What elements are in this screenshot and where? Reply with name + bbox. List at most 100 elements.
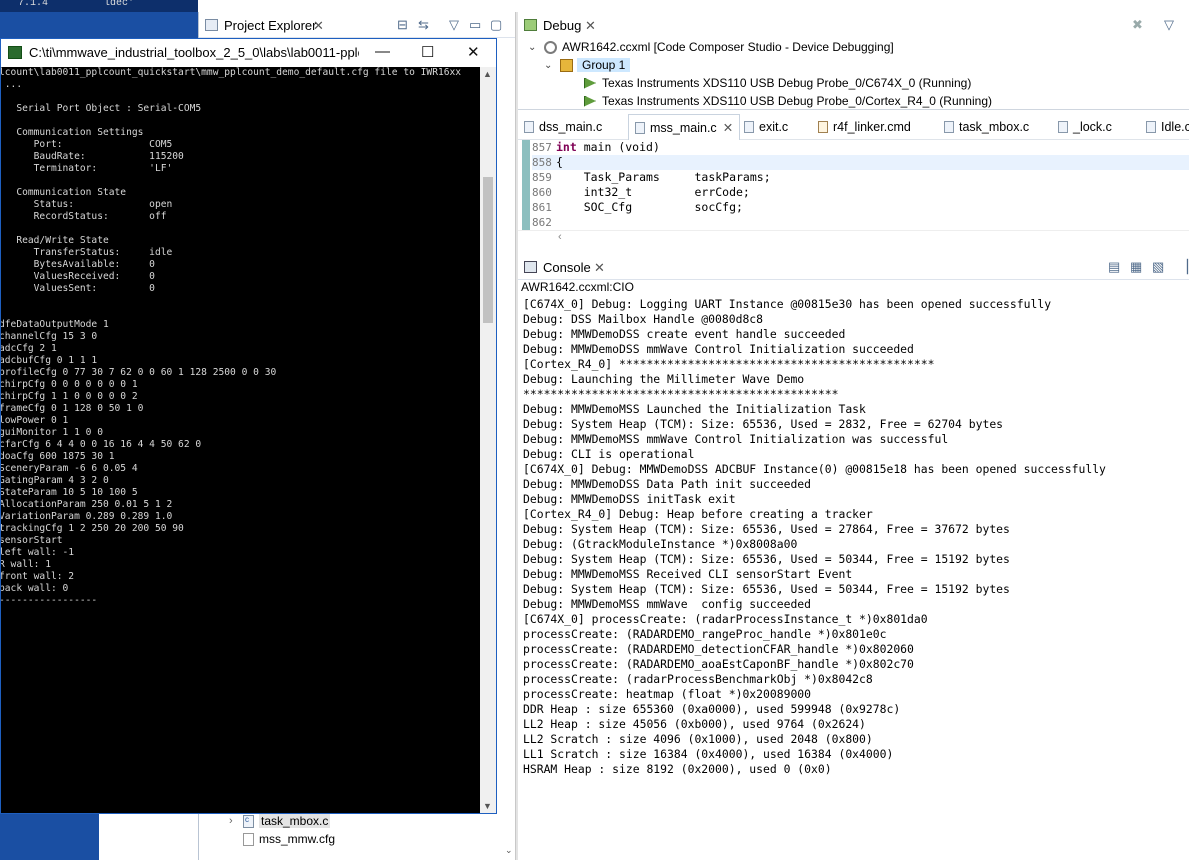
project-explorer-scrollbar[interactable]: ⌄: [503, 40, 515, 860]
console-text: [C674X_0] Debug: Logging UART Instance @…: [523, 297, 1106, 776]
scroll-left-arrow-icon[interactable]: ‹: [558, 231, 562, 243]
debug-thread-label: Texas Instruments XDS110 USB Debug Probe…: [602, 76, 972, 90]
code-text: int32_t errCode;: [556, 185, 750, 199]
scroll-down-arrow-icon[interactable]: ⌄: [505, 845, 513, 856]
tab-label: exit.c: [759, 120, 789, 134]
chevron-down-icon[interactable]: ⌄: [544, 60, 560, 71]
cmd-file-icon: [818, 121, 828, 133]
c-file-icon: [944, 121, 954, 133]
remove-terminated-icon[interactable]: ✖: [1132, 17, 1143, 33]
line-number: 857: [532, 141, 552, 154]
line-number: 861: [532, 201, 552, 214]
code-text: SOC_Cfg socCfg;: [556, 200, 743, 214]
tree-item-label: mss_mmw.cfg: [259, 832, 336, 846]
tree-item-mss-mmw-cfg[interactable]: mss_mmw.cfg: [229, 832, 335, 846]
tab-task-mbox[interactable]: task_mbox.c: [944, 114, 1029, 140]
code-line: 857 int main (void): [532, 140, 660, 155]
debug-session-icon: [544, 40, 557, 54]
debug-session-row[interactable]: ⌄ AWR1642.ccxml [Code Composer Studio - …: [528, 40, 894, 54]
scroll-up-arrow-icon[interactable]: ▲: [483, 69, 492, 79]
debug-thread-row[interactable]: Texas Instruments XDS110 USB Debug Probe…: [584, 76, 971, 90]
console-view: Console ✕ ▤ ▦ ▧ ▕ AWR1642.ccxml:CIO [C67…: [518, 254, 1189, 860]
console-source-label: AWR1642.ccxml:CIO: [521, 280, 634, 294]
command-window: C:\ti\mmwave_industrial_toolbox_2_5_0\la…: [0, 38, 497, 814]
clear-console-icon[interactable]: ▤: [1108, 259, 1120, 275]
command-window-titlebar[interactable]: C:\ti\mmwave_industrial_toolbox_2_5_0\la…: [1, 39, 496, 67]
more-actions-icon[interactable]: ▕: [1178, 259, 1188, 275]
window-minimize-button[interactable]: —: [375, 43, 390, 60]
word-wrap-icon[interactable]: ▧: [1152, 259, 1164, 275]
debug-thread-label: Texas Instruments XDS110 USB Debug Probe…: [602, 94, 992, 108]
view-menu-icon[interactable]: ▽: [1164, 17, 1174, 33]
window-close-button[interactable]: ✕: [467, 43, 480, 61]
code-text: main (void): [576, 140, 660, 154]
project-explorer-title[interactable]: Project Explorer: [224, 18, 316, 33]
running-thread-icon: [584, 77, 596, 89]
code-line: 858 {: [532, 155, 563, 170]
running-thread-icon: [584, 95, 596, 107]
console-title[interactable]: Console: [543, 260, 591, 275]
editor-tab-bar: dss_main.c mss_main.c ✕ exit.c r4f_linker…: [518, 114, 1189, 140]
tab-idle[interactable]: Idle.c: [1146, 114, 1189, 140]
current-line-highlight: [532, 155, 1189, 170]
line-number: 860: [532, 186, 552, 199]
tab-label: task_mbox.c: [959, 120, 1030, 134]
debug-thread-row[interactable]: Texas Instruments XDS110 USB Debug Probe…: [584, 94, 992, 108]
close-icon[interactable]: ✕: [313, 18, 324, 34]
debug-group-row[interactable]: ⌄ Group 1: [544, 58, 631, 72]
window-maximize-button[interactable]: ☐: [421, 43, 434, 61]
c-file-icon: [243, 814, 254, 828]
project-explorer-icon: [205, 19, 218, 31]
code-line: 859 Task_Params taskParams;: [532, 170, 771, 185]
tab-lock[interactable]: _lock.c: [1058, 114, 1112, 140]
maximize-icon[interactable]: ▢: [490, 17, 502, 33]
link-editor-icon[interactable]: ⇆: [418, 17, 429, 33]
desktop-text-left: 7.1.4: [18, 0, 49, 9]
command-window-output[interactable]: lcount\lab0011_pplcount_quickstart\mmw_p…: [1, 67, 481, 813]
c-file-icon: [1146, 121, 1156, 133]
collapse-all-icon[interactable]: ⊟: [397, 17, 408, 33]
tree-item-label: task_mbox.c: [259, 814, 331, 828]
scroll-down-arrow-icon[interactable]: ▼: [483, 801, 492, 811]
tab-label: Idle.c: [1161, 120, 1189, 134]
code-line: 860 int32_t errCode;: [532, 185, 750, 200]
tab-label: mss_main.c: [650, 120, 717, 135]
desktop-top-strip: 7.1.4 ldec': [0, 0, 198, 12]
editor-horizontal-scrollbar[interactable]: ‹: [518, 230, 1189, 244]
debug-icon: [524, 19, 537, 31]
close-icon[interactable]: ✕: [585, 18, 596, 34]
code-line: 861 SOC_Cfg socCfg;: [532, 200, 743, 215]
tab-label: r4f_linker.cmd: [833, 120, 911, 134]
close-icon[interactable]: ✕: [723, 120, 733, 135]
debug-session-label: AWR1642.ccxml [Code Composer Studio - De…: [562, 40, 894, 54]
view-menu-icon[interactable]: ▽: [449, 17, 459, 33]
tab-mss-main[interactable]: mss_main.c ✕: [628, 114, 741, 140]
code-editor[interactable]: 857 int main (void) 858 {859 Task_Params ta…: [518, 140, 1189, 246]
scroll-lock-icon[interactable]: ▦: [1130, 259, 1142, 275]
code-keyword: int: [556, 140, 577, 154]
desktop-text-mid: ldec': [104, 0, 135, 9]
close-icon[interactable]: ✕: [594, 260, 605, 276]
line-number: 858: [532, 156, 552, 169]
chevron-down-icon[interactable]: ⌄: [528, 42, 544, 53]
c-file-icon: [524, 121, 534, 133]
tab-exit[interactable]: exit.c: [744, 114, 788, 140]
console-header: Console ✕ ▤ ▦ ▧ ▕: [518, 254, 1189, 280]
minimize-icon[interactable]: ▭: [469, 17, 481, 33]
chevron-right-icon[interactable]: ›: [229, 815, 243, 827]
desktop-white-area: [99, 812, 198, 860]
terminal-text: lcount\lab0011_pplcount_quickstart\mmw_p…: [1, 67, 462, 606]
tab-dss-main[interactable]: dss_main.c: [524, 114, 602, 140]
project-explorer-header: Project Explorer ✕ ⊟ ⇆ ▽ ▭ ▢: [199, 12, 515, 38]
group-icon: [560, 58, 573, 72]
c-file-icon: [1058, 121, 1068, 133]
console-icon: [524, 261, 537, 273]
tab-label: dss_main.c: [539, 120, 603, 134]
console-output[interactable]: [C674X_0] Debug: Logging UART Instance @…: [523, 297, 1189, 777]
tab-r4f-linker[interactable]: r4f_linker.cmd: [818, 114, 911, 140]
debug-view-title[interactable]: Debug: [543, 18, 581, 33]
command-window-scrollbar[interactable]: ▲ ▼: [480, 67, 496, 813]
tree-item-task-mbox[interactable]: › task_mbox.c: [229, 814, 331, 828]
scroll-thumb[interactable]: [483, 177, 493, 323]
c-file-icon: [744, 121, 754, 133]
